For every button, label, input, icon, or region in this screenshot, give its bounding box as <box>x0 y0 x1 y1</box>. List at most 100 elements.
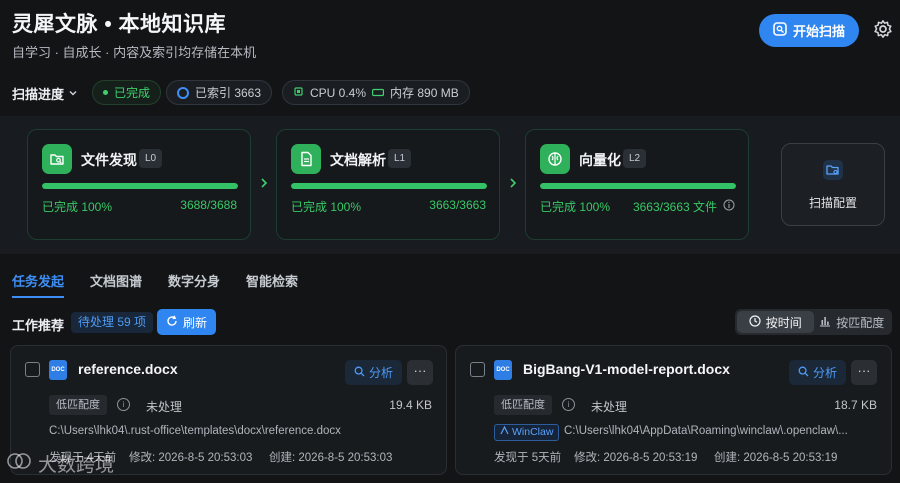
stage-status: 已完成 100% <box>540 200 611 214</box>
stage-title: 文档解析 <box>330 152 386 168</box>
created-time: 创建: 2026-8-5 20:53:19 <box>714 452 838 464</box>
gear-icon <box>873 19 893 44</box>
sort-by-time-label: 按时间 <box>765 315 802 330</box>
app-subtitle: 自学习 · 自成长 · 内容及索引均存储在本机 <box>12 45 257 60</box>
chevron-right-icon <box>508 176 518 192</box>
sort-by-match-button[interactable]: 按匹配度 <box>814 311 891 333</box>
stage-level-badge: L2 <box>623 149 647 168</box>
folder-settings-icon <box>822 159 844 184</box>
stage-count-text: 3663/3663 <box>429 198 486 212</box>
file-card[interactable]: DOC BigBang-V1-model-report.docx 分析 ··· … <box>455 345 892 475</box>
brain-icon <box>540 144 570 174</box>
docx-file-icon: DOC <box>494 360 512 380</box>
app-title: 灵犀文脉 • 本地知识库 <box>12 13 227 36</box>
file-select-checkbox[interactable] <box>25 362 40 377</box>
work-recommend-title: 工作推荐 <box>12 318 65 333</box>
tab-doc-graph[interactable]: 文档图谱 <box>90 271 142 290</box>
source-tag: WinClaw <box>494 424 560 441</box>
process-status: 未处理 <box>591 400 628 414</box>
refresh-label: 刷新 <box>182 315 207 330</box>
stage-count: 3688/3688 <box>180 198 237 212</box>
search-icon <box>354 366 365 380</box>
refresh-icon <box>166 314 178 330</box>
stage-count-text: 3663/3663 文件 <box>632 200 717 214</box>
process-status: 未处理 <box>146 400 183 414</box>
indexed-count-text: 已索引 3663 <box>195 86 262 100</box>
file-size: 19.4 KB <box>389 398 432 412</box>
modified-time: 修改: 2026-8-5 20:53:03 <box>129 452 253 464</box>
start-scan-button[interactable]: 开始扫描 <box>759 14 859 47</box>
file-select-checkbox[interactable] <box>470 362 485 377</box>
analyze-label: 分析 <box>368 366 393 380</box>
ring-icon <box>177 86 189 99</box>
stage-title: 向量化 <box>579 152 621 168</box>
stage-level-badge: L1 <box>388 149 412 168</box>
sort-by-match-label: 按匹配度 <box>836 315 885 330</box>
analyze-button[interactable]: 分析 <box>789 360 846 385</box>
info-icon[interactable]: i <box>562 398 575 411</box>
folder-search-icon <box>42 144 72 174</box>
watermark-text: 大数跨境 <box>38 455 115 476</box>
stage-status: 已完成 100% <box>291 200 362 214</box>
done-status-text: 已完成 <box>114 86 151 100</box>
stage-progress-fill <box>42 183 238 189</box>
watermark: 大数跨境 <box>6 450 114 477</box>
document-icon <box>291 144 321 174</box>
file-path: C:\Users\lhk04\AppData\Roaming\winclaw\.… <box>564 425 848 437</box>
chevron-down-icon <box>68 86 78 101</box>
clock-icon <box>749 314 761 330</box>
pending-count-badge: 待处理 59 项 <box>71 312 154 333</box>
tab-digital-twin[interactable]: 数字分身 <box>168 271 220 290</box>
file-path: C:\Users\lhk04\.rust-office\templates\do… <box>49 425 341 437</box>
stage-count: 3663/3663 <box>429 198 486 212</box>
search-icon <box>798 366 809 380</box>
done-status-badge: 已完成 <box>92 80 162 105</box>
chevron-right-icon <box>259 176 269 192</box>
source-label: WinClaw <box>512 426 554 438</box>
bar-chart-icon <box>819 315 831 330</box>
created-time: 创建: 2026-8-5 20:53:03 <box>269 452 393 464</box>
settings-button[interactable] <box>870 18 896 44</box>
match-level-tag: 低匹配度 <box>49 395 107 415</box>
stage-vectorization: 向量化 L2 已完成 100% 3663/3663 文件 <box>525 129 749 240</box>
indexed-count-badge: 已索引 3663 <box>166 80 273 105</box>
sort-by-time-button[interactable]: 按时间 <box>737 311 814 333</box>
stage-status: 已完成 100% <box>42 200 113 214</box>
analyze-button[interactable]: 分析 <box>345 360 402 385</box>
sort-toggle-group: 按时间 按匹配度 <box>735 309 892 335</box>
more-options-button[interactable]: ··· <box>851 360 877 385</box>
match-level-tag: 低匹配度 <box>494 395 552 415</box>
docx-file-icon: DOC <box>49 360 67 380</box>
scan-progress-label: 扫描进度 <box>12 87 65 102</box>
claw-icon <box>500 425 509 440</box>
start-scan-label: 开始扫描 <box>792 24 845 39</box>
scan-config-button[interactable]: 扫描配置 <box>781 143 885 226</box>
file-size: 18.7 KB <box>834 398 877 412</box>
tab-task-launch[interactable]: 任务发起 <box>12 271 64 290</box>
tab-smart-search[interactable]: 智能检索 <box>246 271 298 290</box>
scan-progress-dropdown[interactable]: 扫描进度 <box>12 84 78 103</box>
stage-progress-bar <box>291 183 487 189</box>
file-name[interactable]: reference.docx <box>78 361 178 377</box>
stage-file-discovery: 文件发现 L0 已完成 100% 3688/3688 <box>27 129 251 240</box>
cpu-icon <box>293 86 304 100</box>
stage-count: 3663/3663 文件 <box>633 198 735 215</box>
file-name[interactable]: BigBang-V1-model-report.docx <box>523 361 730 377</box>
info-icon[interactable]: i <box>117 398 130 411</box>
stage-progress-fill <box>291 183 487 189</box>
scan-config-label: 扫描配置 <box>808 195 857 210</box>
refresh-button[interactable]: 刷新 <box>157 309 216 335</box>
watermark-logo-icon <box>6 451 32 477</box>
cpu-usage-text: CPU 0.4% <box>310 85 367 100</box>
stage-progress-bar <box>540 183 736 189</box>
analyze-label: 分析 <box>812 366 837 380</box>
memory-icon <box>372 86 385 100</box>
stage-progress-fill <box>540 183 736 189</box>
modified-time: 修改: 2026-8-5 20:53:19 <box>574 452 698 464</box>
status-dot-icon <box>103 90 108 95</box>
more-options-button[interactable]: ··· <box>407 360 433 385</box>
stage-doc-parsing: 文档解析 L1 已完成 100% 3663/3663 <box>276 129 500 240</box>
found-time: 发现于 5天前 <box>494 452 562 464</box>
info-icon[interactable] <box>723 199 735 214</box>
stage-count-text: 3688/3688 <box>180 198 237 212</box>
